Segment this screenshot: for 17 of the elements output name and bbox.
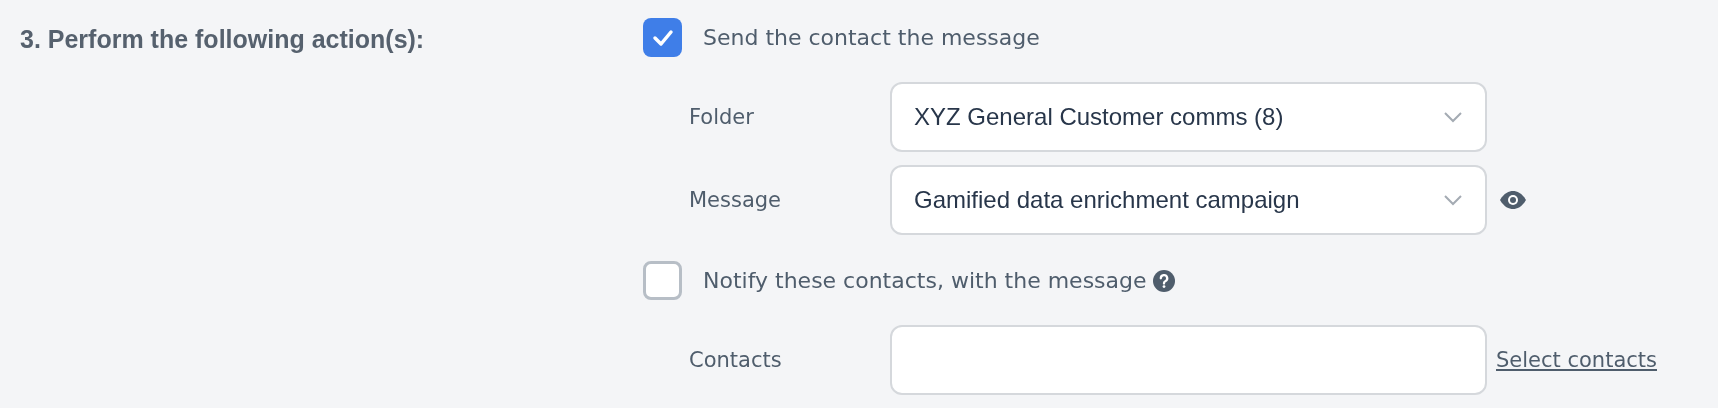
checkbox[interactable] — [643, 18, 682, 57]
section-heading: 3. Perform the following action(s): — [19, 25, 425, 54]
help-icon[interactable] — [1152, 269, 1175, 292]
checkbox-label: Send the contact the message — [703, 25, 1040, 50]
field-label: Contacts — [689, 348, 783, 372]
select-contacts-link[interactable]: Select contacts — [1496, 348, 1657, 372]
chevron-down-icon — [1443, 194, 1463, 206]
checkbox[interactable] — [643, 261, 682, 300]
chevron-down-icon — [1443, 111, 1463, 123]
check-icon — [651, 28, 674, 47]
dropdown[interactable]: Gamified data enrichment campaign — [890, 165, 1487, 235]
field-label: Folder — [689, 105, 755, 129]
field-label: Message — [689, 188, 783, 212]
checkbox-label: Notify these contacts, with the message — [703, 268, 1147, 293]
input-field[interactable] — [890, 325, 1487, 395]
eye-icon[interactable] — [1499, 191, 1527, 209]
dropdown[interactable]: XYZ General Customer comms (8) — [890, 82, 1487, 152]
